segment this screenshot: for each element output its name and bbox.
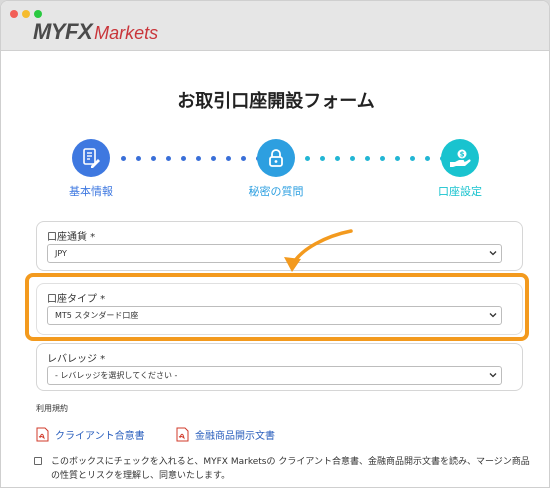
agreement-text: このボックスにチェックを入れると、MYFX Marketsの クライアント合意書… [51, 457, 530, 481]
client-agreement-link[interactable]: クライアント合意書 [36, 427, 145, 442]
page-title: お取引口座開設フォーム [177, 91, 375, 112]
terms-heading: 利用規約 [36, 404, 68, 413]
document-edit-icon [72, 139, 110, 177]
title-bar: MYFX Markets [1, 1, 549, 51]
step-secret-question: 秘密の質問 [248, 185, 304, 198]
browser-window: MYFX Markets お取引口座開設フォーム 基本情報 秘密の質問 $ 口座… [0, 0, 550, 488]
svg-text:$: $ [460, 151, 465, 159]
product-disclosure-label: 金融商品開示文書 [195, 431, 275, 442]
close-window-button[interactable] [10, 10, 18, 18]
logo-suffix: Markets [94, 23, 159, 43]
client-agreement-label: クライアント合意書 [55, 431, 145, 442]
leverage-select-value: - レバレッジを選択してください - [55, 371, 178, 380]
currency-field-group: 口座通貨 * JPY [36, 221, 523, 271]
leverage-field-group: レバレッジ * - レバレッジを選択してください - [36, 343, 523, 391]
leverage-select[interactable]: - レバレッジを選択してください - [47, 366, 502, 385]
pdf-icon [176, 427, 189, 442]
step-connector-1 [121, 156, 261, 162]
currency-select-value: JPY [55, 249, 67, 258]
hand-coin-icon: $ [441, 139, 479, 177]
lock-icon [257, 139, 295, 177]
logo-brand: MYFX [33, 19, 93, 44]
currency-select[interactable]: JPY [47, 244, 502, 263]
chevron-down-icon [489, 251, 497, 256]
step-basic-info: 基本情報 [69, 185, 113, 198]
step-connector-2 [305, 156, 445, 162]
step-account-settings: 口座設定 [438, 185, 482, 198]
pdf-icon [36, 427, 49, 442]
account-type-highlight-frame [25, 273, 529, 341]
leverage-label: レバレッジ * [47, 354, 106, 365]
zoom-window-button[interactable] [34, 10, 42, 18]
agreement-row: このボックスにチェックを入れると、MYFX Marketsの クライアント合意書… [34, 455, 534, 483]
currency-label: 口座通貨 * [47, 232, 96, 243]
product-disclosure-link[interactable]: 金融商品開示文書 [176, 427, 275, 442]
agreement-checkbox[interactable] [34, 457, 42, 465]
minimize-window-button[interactable] [22, 10, 30, 18]
chevron-down-icon [489, 373, 497, 378]
myfx-markets-logo[interactable]: MYFX Markets [33, 19, 159, 44]
